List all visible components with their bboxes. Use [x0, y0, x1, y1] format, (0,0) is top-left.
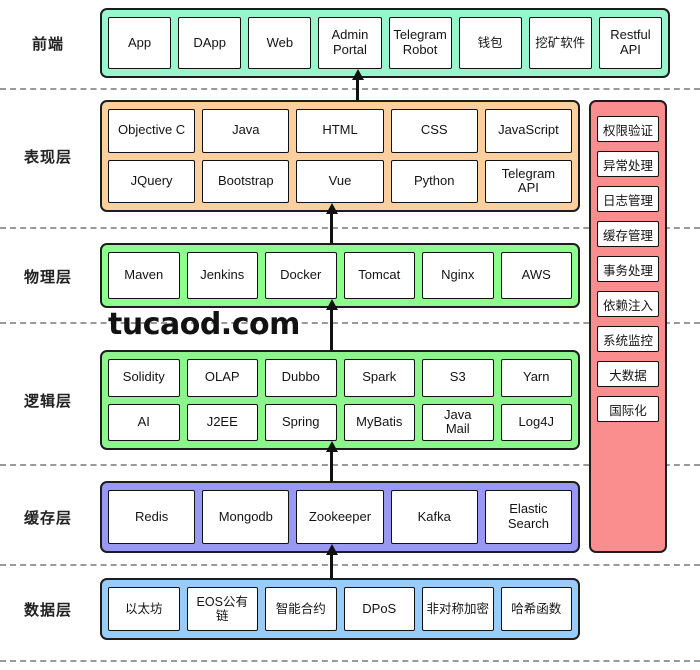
connector-arrow-4 — [330, 553, 333, 578]
aspect-chip[interactable]: 日志管理 — [597, 186, 659, 212]
layer-row: App DApp Web Admin Portal Telegram Robot 钱包 挖矿… — [108, 17, 662, 69]
tech-chip[interactable]: 哈希函数 — [500, 587, 572, 631]
tech-chip[interactable]: CSS — [390, 109, 478, 153]
tech-chip[interactable]: Python — [390, 159, 478, 203]
tech-chip[interactable]: Solidity — [108, 359, 180, 397]
aspect-chip[interactable]: 国际化 — [597, 396, 659, 422]
layer-band-5: 以太坊 EOS公有链 智能合约 DPoS 非对称加密 哈希函数 — [100, 578, 580, 640]
layer-label-5: 数据层 — [23, 602, 72, 619]
tech-chip[interactable]: AWS — [500, 252, 572, 299]
layer-label-1: 表现层 — [23, 149, 72, 166]
layer-row: AI J2EE Spring MyBatis Java Mail Log4J — [108, 403, 572, 441]
tech-chip[interactable]: Vue — [296, 159, 384, 203]
connector-arrow-3 — [330, 450, 333, 481]
tech-chip[interactable]: J2EE — [186, 403, 258, 441]
aspect-column: 权限验证异常处理日志管理缓存管理事务处理依赖注入系统监控大数据国际化 — [589, 100, 667, 553]
tech-chip[interactable]: AI — [108, 403, 180, 441]
tech-chip[interactable]: Maven — [108, 252, 180, 299]
layer-band-2: Maven Jenkins Docker Tomcat Nginx AWS — [100, 243, 580, 308]
tech-chip[interactable]: Telegram API — [484, 159, 573, 203]
aspect-chip[interactable]: 系统监控 — [597, 326, 659, 352]
layer-row: Redis Mongodb Zookeeper Kafka Elastic Search — [108, 490, 573, 544]
aspect-chip[interactable]: 大数据 — [597, 361, 659, 387]
layer-row: Objective C Java HTML CSS JavaScript — [108, 109, 573, 153]
tech-chip[interactable]: Elastic Search — [484, 490, 573, 544]
tech-chip[interactable]: Java — [202, 109, 290, 153]
tech-chip[interactable]: Objective C — [108, 109, 196, 153]
tech-chip[interactable]: Bootstrap — [202, 159, 290, 203]
aspect-chip[interactable]: 事务处理 — [597, 256, 659, 282]
tech-chip[interactable]: Mongodb — [202, 490, 290, 544]
aspect-chip[interactable]: 权限验证 — [597, 116, 659, 142]
tech-chip[interactable]: S3 — [422, 359, 494, 397]
tech-chip[interactable]: DApp — [178, 17, 242, 69]
tech-chip[interactable]: Docker — [265, 252, 337, 299]
layer-separator-5 — [0, 660, 700, 662]
layer-band-3: Solidity OLAP Dubbo Spark S3 Yarn AI J2EE Spring… — [100, 350, 580, 450]
tech-chip[interactable]: Web — [248, 17, 312, 69]
layer-label-4: 缓存层 — [23, 510, 72, 527]
tech-chip[interactable]: Redis — [108, 490, 196, 544]
layer-band-4: Redis Mongodb Zookeeper Kafka Elastic Search — [100, 481, 580, 553]
tech-chip[interactable]: Spring — [265, 403, 337, 441]
layer-label-3: 逻辑层 — [23, 393, 72, 410]
layer-row: 以太坊 EOS公有链 智能合约 DPoS 非对称加密 哈希函数 — [108, 587, 572, 631]
aspect-chip[interactable]: 异常处理 — [597, 151, 659, 177]
architecture-diagram: tucaod.com 前端 App DApp Web Admin Portal Teleg… — [0, 0, 700, 670]
layer-row: JQuery Bootstrap Vue Python Telegram API — [108, 159, 573, 203]
tech-chip[interactable]: 钱包 — [458, 17, 522, 69]
connector-arrow-0 — [356, 78, 359, 100]
tech-chip[interactable]: Tomcat — [343, 252, 415, 299]
tech-chip[interactable]: Zookeeper — [296, 490, 384, 544]
tech-chip[interactable]: Kafka — [390, 490, 478, 544]
tech-chip[interactable]: MyBatis — [343, 403, 415, 441]
tech-chip[interactable]: Restful API — [598, 17, 662, 69]
aspect-chip[interactable]: 缓存管理 — [597, 221, 659, 247]
tech-chip[interactable]: Log4J — [500, 403, 572, 441]
tech-chip[interactable]: DPoS — [343, 587, 415, 631]
tech-chip[interactable]: HTML — [296, 109, 384, 153]
layer-row: Maven Jenkins Docker Tomcat Nginx AWS — [108, 252, 572, 299]
tech-chip[interactable]: 智能合约 — [265, 587, 337, 631]
layer-separator-4 — [0, 564, 700, 566]
tech-chip[interactable]: 非对称加密 — [422, 587, 494, 631]
tech-chip[interactable]: EOS公有链 — [186, 587, 258, 631]
tech-chip[interactable]: Yarn — [500, 359, 572, 397]
tech-chip[interactable]: Nginx — [422, 252, 494, 299]
tech-chip[interactable]: Java Mail — [422, 403, 494, 441]
layer-label-0: 前端 — [31, 36, 64, 53]
connector-arrow-1 — [330, 212, 333, 243]
layer-label-2: 物理层 — [23, 268, 72, 286]
tech-chip[interactable]: JavaScript — [484, 109, 573, 153]
tech-chip[interactable]: OLAP — [186, 359, 258, 397]
tech-chip[interactable]: Spark — [343, 359, 415, 397]
tech-chip[interactable]: 以太坊 — [108, 587, 180, 631]
layer-band-0: App DApp Web Admin Portal Telegram Robot 钱包 挖矿… — [100, 8, 670, 78]
tech-chip[interactable]: Jenkins — [186, 252, 258, 299]
tech-chip[interactable]: Dubbo — [265, 359, 337, 397]
tech-chip[interactable]: 挖矿软件 — [528, 17, 592, 69]
layer-band-1: Objective C Java HTML CSS JavaScript JQuery Bo… — [100, 100, 580, 212]
aspect-chip[interactable]: 依赖注入 — [597, 291, 659, 317]
connector-arrow-2 — [330, 308, 333, 350]
tech-chip[interactable]: App — [108, 17, 172, 69]
tech-chip[interactable]: Telegram Robot — [388, 17, 452, 69]
tech-chip[interactable]: Admin Portal — [318, 17, 382, 69]
tech-chip[interactable]: JQuery — [108, 159, 196, 203]
layer-row: Solidity OLAP Dubbo Spark S3 Yarn — [108, 359, 572, 397]
watermark-text: tucaod.com — [108, 307, 300, 342]
layer-separator-0 — [0, 88, 700, 90]
